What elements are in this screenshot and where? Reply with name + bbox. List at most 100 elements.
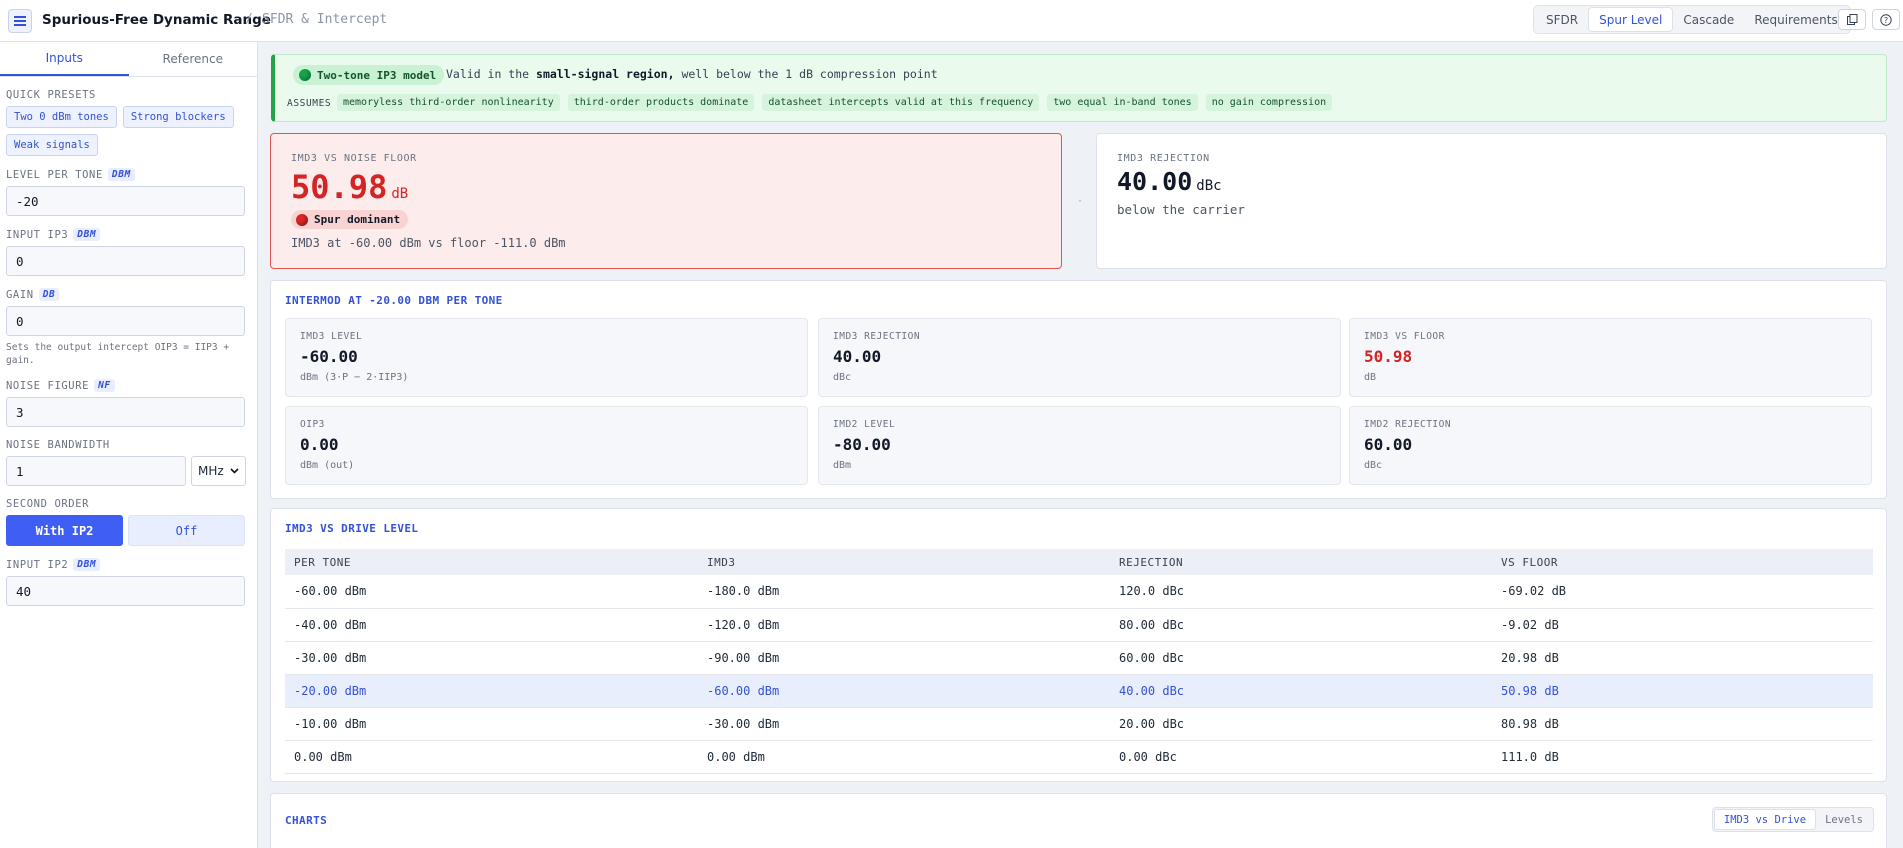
top-bar: Spurious-Free Dynamic Range / SFDR & Int… (0, 0, 1903, 42)
sweep-panel: IMD3 VS DRIVE LEVEL PER TONE IMD3 REJECT… (270, 508, 1887, 782)
input-ip2-input[interactable]: 40 (6, 576, 245, 606)
table-cell: 0.00 dBm (698, 740, 1110, 774)
table-cell: 120.0 dBc (1110, 575, 1492, 609)
table-row: 0.00 dBm 0.00 dBm 0.00 dBc 111.0 dB (285, 740, 1873, 774)
intermod-panel: INTERMOD AT -20.00 DBM PER TONE IMD3 LEV… (270, 280, 1887, 499)
ip2-off-button[interactable]: Off (128, 515, 245, 546)
unit-tag: DBM (73, 558, 101, 571)
table-cell: 0.00 dBm (285, 740, 698, 774)
column-header: VS FLOOR (1492, 549, 1873, 575)
assumption-chip: memoryless third-order nonlinearity (337, 94, 560, 111)
validity-note: Valid in the small-signal region, well b… (446, 67, 938, 81)
input-ip2-label: INPUT IP2 DBM (6, 558, 251, 571)
table-cell: 40.00 dBc (1110, 674, 1492, 708)
table-cell: -30.00 dBm (698, 707, 1110, 741)
gain-input[interactable]: 0 (6, 306, 245, 336)
sidebar: Inputs Reference QUICK PRESETS Two 0 dBm… (0, 42, 258, 848)
panel-title: INTERMOD AT -20.00 DBM PER TONE (285, 294, 503, 307)
panel-title: IMD3 VS DRIVE LEVEL (285, 522, 419, 535)
tab-spur-level[interactable]: Spur Level (1588, 7, 1674, 32)
table-row: -40.00 dBm -120.0 dBm 80.00 dBc -9.02 dB (285, 608, 1873, 642)
table-cell: -60.00 dBm (285, 575, 698, 609)
menu-icon[interactable] (8, 9, 32, 33)
table-cell: -10.00 dBm (285, 707, 698, 741)
noise-bandwidth-label: NOISE BANDWIDTH (6, 439, 110, 451)
unit-tag: NF (94, 379, 115, 392)
table-cell: -60.00 dBm (698, 674, 1110, 708)
imd3-rejection-card: IMD3 REJECTION 40.00 dBc below the carrie… (1096, 133, 1887, 269)
sweep-table: PER TONE IMD3 REJECTION VS FLOOR -60.00 … (285, 549, 1873, 774)
table-row: -30.00 dBm -90.00 dBm 60.00 dBc 20.98 dB (285, 641, 1873, 675)
tab-cascade[interactable]: Cascade (1673, 7, 1744, 32)
charts-panel: CHARTS IMD3 vs Drive Levels (270, 793, 1887, 848)
assumption-chip: datasheet intercepts valid at this frequ… (762, 94, 1040, 111)
table-cell: 111.0 dB (1492, 740, 1873, 774)
preset-strong-blockers-button[interactable]: Strong blockers (122, 106, 234, 128)
table-cell: 0.00 dBc (1110, 740, 1492, 774)
chart-tabs: IMD3 vs Drive Levels (1711, 807, 1874, 832)
alert-dot-icon (296, 213, 308, 226)
status-dot-icon (299, 69, 311, 81)
model-badge: Two-tone IP3 model (293, 65, 445, 85)
table-cell: -30.00 dBm (285, 641, 698, 675)
breadcrumb: SFDR & Intercept (262, 12, 388, 27)
card-note: IMD3 at -60.00 dBm vs floor -111.0 dBm (291, 236, 566, 250)
table-row: -20.00 dBm -60.00 dBm 40.00 dBc 50.98 dB (285, 674, 1873, 708)
assumption-chip: third-order products dominate (567, 94, 755, 111)
unit-tag: DBM (107, 168, 135, 181)
metric-imd3-rejection: IMD3 REJECTION 40.00 dBc (818, 318, 1341, 397)
input-ip3-input[interactable]: 0 (6, 246, 245, 276)
preset-weak-signals-button[interactable]: Weak signals (6, 134, 98, 156)
second-order-toggle: With IP2 Off (6, 515, 251, 546)
table-cell: 20.00 dBc (1110, 707, 1492, 741)
level-per-tone-input[interactable]: -20 (6, 186, 245, 216)
table-header-row: PER TONE IMD3 REJECTION VS FLOOR (285, 549, 1873, 575)
chevron-down-icon (230, 468, 239, 474)
card-note: below the carrier (1117, 202, 1245, 217)
imd3-rejection-value: 40.00 dBc (1117, 167, 1222, 196)
tab-sfdr[interactable]: SFDR (1536, 7, 1588, 32)
preset-two-tones-button[interactable]: Two 0 dBm tones (6, 106, 117, 128)
table-cell: -180.0 dBm (698, 575, 1110, 609)
table-cell: -90.00 dBm (698, 641, 1110, 675)
table-cell: -40.00 dBm (285, 608, 698, 642)
table-cell: 80.98 dB (1492, 707, 1873, 741)
noise-figure-label: NOISE FIGURE NF (6, 379, 251, 392)
tab-reference[interactable]: Reference (129, 42, 258, 76)
bandwidth-unit-select[interactable]: MHz (191, 456, 246, 486)
breadcrumb-separator: / (245, 12, 253, 27)
table-row: -60.00 dBm -180.0 dBm 120.0 dBc -69.02 dB (285, 575, 1873, 609)
card-label: IMD3 REJECTION (1117, 153, 1210, 164)
tab-inputs[interactable]: Inputs (0, 42, 129, 76)
divider-dot: · (1077, 196, 1084, 207)
gain-hint: Sets the output intercept OIP3 = IIP3 + … (6, 342, 230, 366)
with-ip2-button[interactable]: With IP2 (6, 515, 123, 546)
imd3-vs-floor-value: 50.98 dB (291, 168, 409, 206)
status-badge: Spur dominant (291, 210, 409, 229)
level-per-tone-label: LEVEL PER TONE DBM (6, 168, 251, 181)
copy-icon[interactable] (1838, 9, 1866, 30)
unit-tag: DBM (73, 228, 101, 241)
table-row: -10.00 dBm -30.00 dBm 20.00 dBc 80.98 dB (285, 707, 1873, 741)
svg-text:?: ? (1884, 16, 1888, 25)
tab-imd3-vs-drive[interactable]: IMD3 vs Drive (1713, 809, 1817, 830)
assumption-chip: no gain compression (1205, 94, 1333, 111)
tab-requirements[interactable]: Requirements (1744, 7, 1847, 32)
table-cell: -9.02 dB (1492, 608, 1873, 642)
table-cell: -120.0 dBm (698, 608, 1110, 642)
assumes-label: ASSUMES (287, 98, 332, 109)
table-cell: -20.00 dBm (285, 674, 698, 708)
table-cell: -69.02 dB (1492, 575, 1873, 609)
tab-levels[interactable]: Levels (1816, 809, 1872, 830)
help-icon[interactable]: ? (1872, 9, 1900, 30)
noise-bandwidth-input[interactable]: 1 (6, 456, 186, 486)
table-cell: 20.98 dB (1492, 641, 1873, 675)
table-cell: 80.00 dBc (1110, 608, 1492, 642)
column-header: IMD3 (698, 549, 1110, 575)
noise-figure-input[interactable]: 3 (6, 397, 245, 427)
quick-presets-label: QUICK PRESETS (6, 89, 96, 101)
metric-imd3-vs-floor: IMD3 VS FLOOR 50.98 dB (1349, 318, 1872, 397)
imd3-vs-floor-card: IMD3 VS NOISE FLOOR 50.98 dB Spur dominan… (270, 133, 1062, 269)
page-title: Spurious-Free Dynamic Range (42, 12, 271, 28)
metric-oip3: OIP3 0.00 dBm (out) (285, 406, 808, 485)
